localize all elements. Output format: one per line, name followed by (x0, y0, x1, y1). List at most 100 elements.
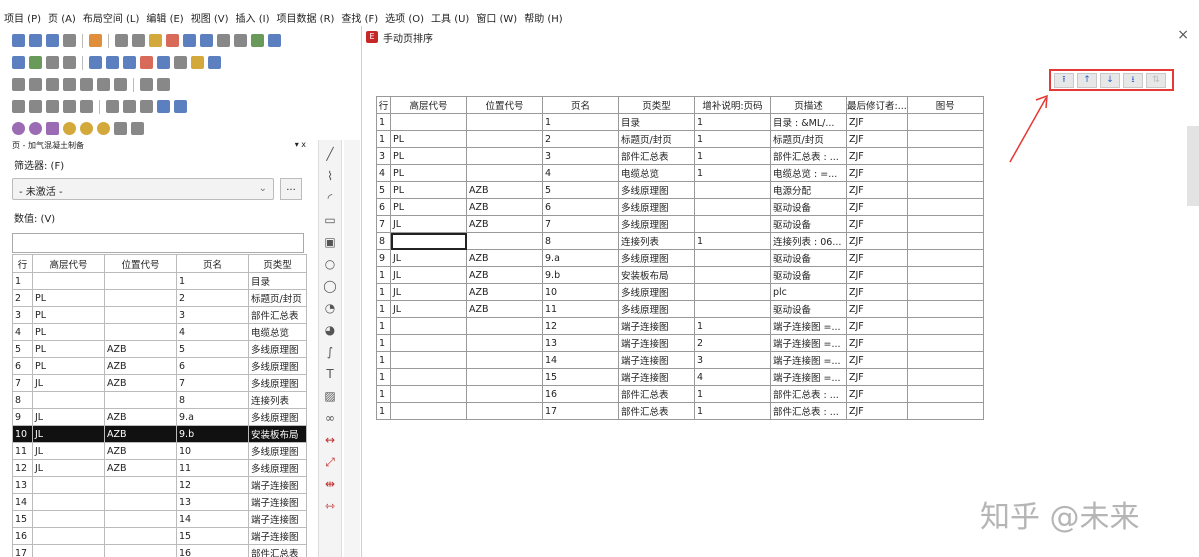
table-cell[interactable]: 1 (376, 130, 391, 148)
table-cell[interactable]: 3 (694, 351, 771, 369)
frame-tool-icon[interactable]: ▣ (322, 234, 338, 250)
table-cell[interactable]: 1 (376, 317, 391, 335)
table-row[interactable]: 5 PL AZB 5 多线原理图 电源分配 ZJF (376, 181, 984, 199)
table-cell[interactable] (906, 402, 984, 420)
filter-browse-button[interactable]: ... (280, 178, 302, 200)
circle-tool-icon[interactable]: ○ (322, 256, 338, 272)
table-cell[interactable]: 标题页/封页 (618, 130, 695, 148)
new-project-icon[interactable] (12, 34, 25, 47)
table-cell[interactable] (466, 351, 543, 369)
table-cell[interactable] (906, 147, 984, 165)
graphic-icon[interactable] (208, 56, 221, 69)
table-cell[interactable]: 电缆总览 (618, 164, 695, 182)
table-cell[interactable]: 1 (376, 385, 391, 403)
table-row[interactable]: 1 JL AZB 11 多线原理图 驱动设备 ZJF (376, 300, 984, 318)
table-row[interactable]: 1 JL AZB 9.b 安装板布局 驱动设备 ZJF (376, 266, 984, 284)
column-header[interactable]: 页描述 (770, 96, 847, 114)
table-cell[interactable]: 部件汇总表 (618, 402, 695, 420)
table-cell[interactable]: 8 (376, 232, 391, 250)
link-icon[interactable] (12, 100, 25, 113)
table-cell[interactable]: ZJF (846, 317, 908, 335)
table-cell[interactable]: PL (390, 147, 467, 165)
table-cell[interactable]: 部件汇总表 (618, 147, 695, 165)
move-down-button[interactable]: ↓ (1100, 72, 1120, 88)
close-icon[interactable]: × (1177, 27, 1189, 43)
table-cell[interactable]: 1 (376, 402, 391, 420)
cross-icon[interactable] (80, 100, 93, 113)
table-cell[interactable]: 连接列表 : 06... (770, 232, 847, 250)
menu-item-6[interactable]: 项目数据 (R) (276, 10, 334, 25)
menu-item-2[interactable]: 布局空间 (L) (83, 10, 140, 25)
table-cell[interactable] (906, 385, 984, 403)
point-icon[interactable] (106, 100, 119, 113)
panel-pin-close[interactable]: ▾ x (295, 140, 306, 154)
grid-icon[interactable] (251, 34, 264, 47)
spline-tool-icon[interactable]: ∫ (322, 344, 338, 360)
table-row[interactable]: 6 PL AZB 6 多线原理图 (12, 357, 307, 375)
fuse-icon[interactable] (80, 78, 93, 91)
node-icon[interactable] (123, 100, 136, 113)
table-cell[interactable]: JL (390, 266, 467, 284)
table-cell[interactable]: 9.a (542, 249, 619, 267)
move-to-bottom-button[interactable]: ⭳ (1123, 72, 1143, 88)
table-cell[interactable]: JL (390, 283, 467, 301)
table-cell[interactable]: 14 (542, 351, 619, 369)
potential-icon[interactable] (140, 56, 153, 69)
move-up-button[interactable]: ↑ (1077, 72, 1097, 88)
line-tool-icon[interactable]: ╱ (322, 146, 338, 162)
table-cell[interactable]: 1 (694, 147, 771, 165)
table-cell[interactable]: 11 (542, 300, 619, 318)
table-cell[interactable]: 端子连接图 (618, 334, 695, 352)
table-cell[interactable]: 1 (694, 385, 771, 403)
table-row[interactable]: 1 15 端子连接图 4 端子连接图 =... ZJF (376, 368, 984, 386)
table-cell[interactable]: 3 (542, 147, 619, 165)
table-cell[interactable]: AZB (466, 198, 543, 216)
dimension-3-tool-icon[interactable]: ⇹ (322, 476, 338, 492)
color-6-icon[interactable] (97, 122, 110, 135)
table-row[interactable]: 17 16 部件汇总表 (12, 544, 307, 557)
table-cell[interactable]: 多线原理图 (618, 300, 695, 318)
table-cell[interactable]: 4 (376, 164, 391, 182)
coil-icon[interactable] (46, 78, 59, 91)
terminal-icon[interactable] (89, 56, 102, 69)
table-cell[interactable] (906, 266, 984, 284)
table-cell[interactable] (906, 181, 984, 199)
table-cell[interactable]: 多线原理图 (618, 283, 695, 301)
menu-item-10[interactable]: 窗口 (W) (476, 10, 517, 25)
table-cell[interactable] (390, 113, 467, 131)
corner-icon[interactable] (46, 100, 59, 113)
table-cell[interactable] (906, 368, 984, 386)
table-cell[interactable]: 13 (542, 334, 619, 352)
column-header[interactable]: 页类型 (618, 96, 695, 114)
open-icon[interactable] (29, 34, 42, 47)
table-row[interactable]: 1 13 端子连接图 2 端子连接图 =... ZJF (376, 334, 984, 352)
sort-button[interactable]: ⇅ (1146, 72, 1166, 88)
image-tool-icon[interactable]: ▨ (322, 388, 338, 404)
menu-item-8[interactable]: 选项 (O) (385, 10, 424, 25)
plug-icon[interactable] (106, 56, 119, 69)
value-input[interactable] (12, 233, 304, 253)
table-row[interactable]: 15 14 端子连接图 (12, 510, 307, 528)
table-cell[interactable] (906, 130, 984, 148)
table-cell[interactable]: AZB (466, 283, 543, 301)
contact-icon[interactable] (29, 78, 42, 91)
table-cell[interactable]: 1 (376, 334, 391, 352)
color-8-icon[interactable] (131, 122, 144, 135)
tee-icon[interactable] (63, 100, 76, 113)
table-row[interactable]: 1 16 部件汇总表 1 部件汇总表 : ... ZJF (376, 385, 984, 403)
table-row[interactable]: 4 PL 4 电缆总览 1 电缆总览 : =... ZJF (376, 164, 984, 182)
table-row[interactable]: 12 JL AZB 11 多线原理图 (12, 459, 307, 477)
column-header[interactable]: 图号 (906, 96, 984, 114)
table-cell[interactable]: 驱动设备 (770, 266, 847, 284)
table-row[interactable]: 1 PL 2 标题页/封页 1 标题页/封页 ZJF (376, 130, 984, 148)
table-cell[interactable]: ZJF (846, 198, 908, 216)
table-cell[interactable]: JL (390, 249, 467, 267)
table-cell[interactable]: AZB (466, 215, 543, 233)
table-cell[interactable]: 端子连接图 =... (770, 334, 847, 352)
motor-icon[interactable] (63, 78, 76, 91)
menu-item-4[interactable]: 视图 (V) (191, 10, 229, 25)
table-cell[interactable] (466, 130, 543, 148)
table-cell[interactable]: ZJF (846, 334, 908, 352)
window-icon[interactable] (234, 34, 247, 47)
dimension-4-tool-icon[interactable]: ⇿ (322, 498, 338, 514)
